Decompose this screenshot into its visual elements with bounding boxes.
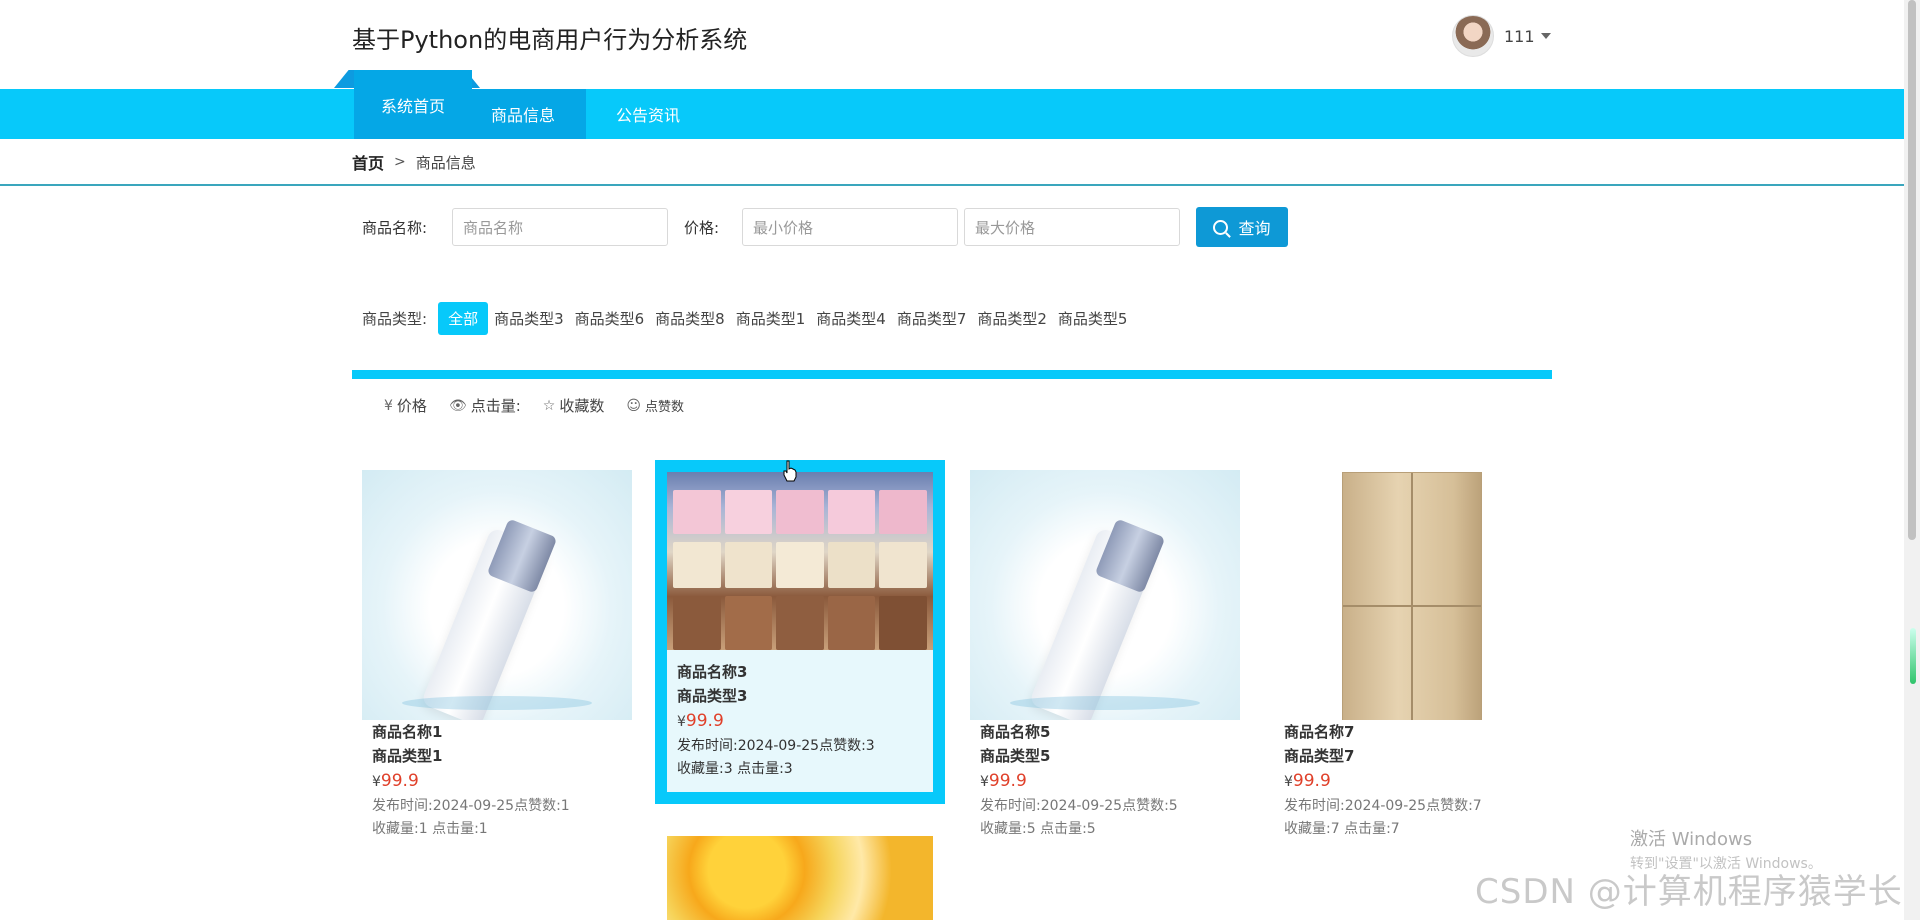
- scroll-indicator: [1910, 628, 1916, 684]
- csdn-watermark: CSDN @计算机程序猿学长: [1475, 872, 1903, 912]
- price-label: 价格:: [684, 219, 720, 237]
- type-filter-item[interactable]: 商品类型7: [897, 308, 967, 329]
- tab-home[interactable]: 系统首页: [354, 70, 472, 139]
- type-filter-all[interactable]: 全部: [438, 302, 489, 335]
- scrollbar-thumb[interactable]: [1908, 0, 1916, 540]
- chevron-down-icon[interactable]: [1540, 33, 1551, 39]
- type-filter-label: 商品类型:: [362, 310, 428, 328]
- product-name: 商品名称3: [677, 663, 748, 681]
- product-type: 商品类型3: [677, 687, 748, 705]
- windows-activation-line1: 激活 Windows: [1630, 829, 1753, 850]
- user-name[interactable]: 111: [1504, 27, 1535, 46]
- sort-likes[interactable]: ☺ 点赞数: [626, 396, 684, 416]
- product-name: 商品名称5: [980, 723, 1051, 741]
- product-price: ¥99.9: [677, 711, 724, 731]
- product-meta: 发布时间:2024-09-25点赞数:3: [677, 738, 875, 754]
- product-name: 商品名称7: [1284, 723, 1355, 741]
- like-icon: ☺: [626, 397, 641, 414]
- type-filter-item[interactable]: 商品类型1: [736, 308, 806, 329]
- section-divider: [352, 370, 1552, 379]
- product-price: ¥99.9: [1284, 771, 1331, 791]
- product-meta: 发布时间:2024-09-25点赞数:7: [1284, 798, 1482, 814]
- product-card-hovered[interactable]: 商品名称3 商品类型3 ¥99.9 发布时间:2024-09-25点赞数:3 收…: [655, 460, 945, 804]
- hand-cursor-icon: [783, 460, 797, 482]
- product-stats: 收藏量:5 点击量:5: [980, 821, 1096, 837]
- sort-favorites-label: 收藏数: [559, 397, 605, 415]
- product-stats: 收藏量:3 点击量:3: [677, 761, 793, 777]
- type-filter-item[interactable]: 商品类型4: [816, 308, 886, 329]
- breadcrumb-divider: [0, 184, 1904, 186]
- product-type: 商品类型7: [1284, 747, 1355, 765]
- product-image[interactable]: [362, 470, 632, 720]
- type-filter-item[interactable]: 商品类型5: [1058, 308, 1128, 329]
- breadcrumb: 首页 > 商品信息: [352, 150, 476, 174]
- product-card[interactable]: 商品名称7 商品类型7 ¥99.9 发布时间:2024-09-25点赞数:7 收…: [1274, 470, 1544, 841]
- product-image[interactable]: [667, 472, 933, 650]
- tab-products[interactable]: 商品信息: [460, 89, 586, 139]
- max-price-input[interactable]: 最大价格: [964, 208, 1180, 246]
- sort-price[interactable]: ¥ 价格: [384, 395, 427, 416]
- product-meta: 发布时间:2024-09-25点赞数:1: [372, 798, 570, 814]
- product-card[interactable]: 商品名称1 商品类型1 ¥99.9 发布时间:2024-09-25点赞数:1 收…: [362, 470, 632, 841]
- type-filter: 商品类型: 全部 商品类型3 商品类型6 商品类型8 商品类型1 商品类型4 商…: [362, 302, 1138, 335]
- yen-icon: ¥: [384, 397, 393, 414]
- type-filter-item[interactable]: 商品类型3: [494, 308, 564, 329]
- sort-likes-label: 点赞数: [644, 400, 684, 415]
- product-card[interactable]: 商品名称5 商品类型5 ¥99.9 发布时间:2024-09-25点赞数:5 收…: [970, 470, 1240, 841]
- sort-favorites[interactable]: ☆ 收藏数: [543, 395, 605, 416]
- product-image[interactable]: [1274, 470, 1544, 720]
- product-image[interactable]: [970, 470, 1240, 720]
- sort-clicks[interactable]: 👁 点击量:: [449, 395, 521, 416]
- product-price: ¥99.9: [372, 771, 419, 791]
- name-label: 商品名称:: [362, 219, 428, 237]
- breadcrumb-current: 商品信息: [415, 153, 476, 172]
- sort-clicks-label: 点击量:: [470, 397, 521, 415]
- min-price-input[interactable]: 最小价格: [742, 208, 958, 246]
- type-filter-item[interactable]: 商品类型2: [977, 308, 1047, 329]
- search-button[interactable]: 查询: [1196, 207, 1288, 247]
- product-image[interactable]: [667, 836, 933, 920]
- type-filter-item[interactable]: 商品类型8: [655, 308, 725, 329]
- product-type: 商品类型1: [372, 747, 443, 765]
- site-title: 基于Python的电商用户行为分析系统: [352, 26, 748, 54]
- user-menu[interactable]: 111: [1452, 15, 1551, 57]
- main-nav: [0, 89, 1904, 139]
- product-stats: 收藏量:1 点击量:1: [372, 821, 488, 837]
- type-filter-item[interactable]: 商品类型6: [575, 308, 645, 329]
- product-name: 商品名称1: [372, 723, 443, 741]
- name-search-input[interactable]: 商品名称: [452, 208, 668, 246]
- eye-icon: 👁: [448, 397, 467, 414]
- star-icon: ☆: [542, 397, 556, 414]
- sort-bar: ¥ 价格 👁 点击量: ☆ 收藏数 ☺ 点赞数: [384, 395, 706, 416]
- breadcrumb-separator: >: [394, 154, 406, 170]
- product-type: 商品类型5: [980, 747, 1051, 765]
- tab-notices[interactable]: 公告资讯: [594, 89, 702, 139]
- sort-price-label: 价格: [396, 397, 427, 415]
- search-icon: [1213, 219, 1229, 235]
- search-button-label: 查询: [1238, 219, 1271, 238]
- product-stats: 收藏量:7 点击量:7: [1284, 821, 1400, 837]
- avatar[interactable]: [1452, 15, 1494, 57]
- product-price: ¥99.9: [980, 771, 1027, 791]
- product-meta: 发布时间:2024-09-25点赞数:5: [980, 798, 1178, 814]
- breadcrumb-home[interactable]: 首页: [352, 150, 384, 174]
